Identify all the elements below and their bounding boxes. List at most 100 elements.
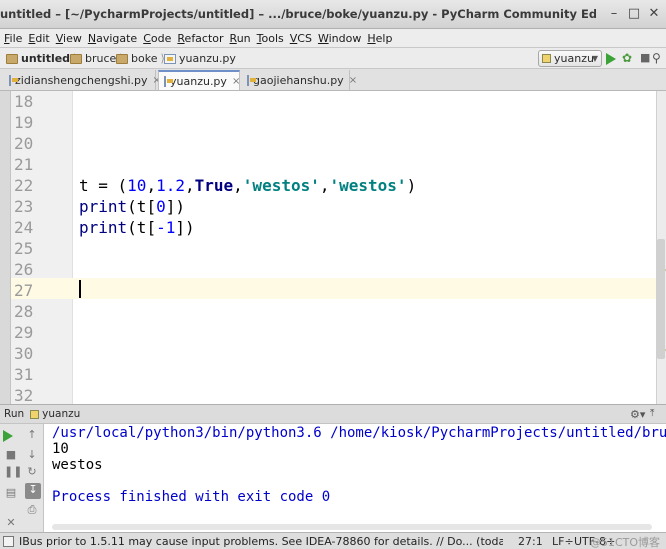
menu-run[interactable]: Run <box>230 32 251 45</box>
current-line-highlight <box>73 278 656 299</box>
code-number: 0 <box>156 197 166 216</box>
line-number: 18 <box>14 92 34 111</box>
run-console[interactable]: /usr/local/python3/bin/python3.6 /home/k… <box>44 424 666 532</box>
folder-icon <box>70 53 82 64</box>
line-number: 30 <box>14 344 34 363</box>
console-output-line: 10 <box>52 441 69 457</box>
run-panel-title: Run <box>4 408 25 420</box>
line-number: 29 <box>14 323 34 342</box>
line-number: 21 <box>14 155 34 174</box>
menu-refactor[interactable]: Refactor <box>177 32 223 45</box>
close-icon[interactable]: × <box>349 75 357 86</box>
code-string: 'westos' <box>242 176 320 195</box>
debug-icon[interactable]: ✿ <box>622 51 636 65</box>
code-token: , <box>319 176 330 195</box>
project-tool-strip[interactable] <box>0 91 11 404</box>
menu-navigate[interactable]: Navigate <box>88 32 137 45</box>
run-panel-toolbar: ↑ ■ ↓ ❚❚ ↻ ▤ ↧ ⎙ ✕ <box>0 424 44 532</box>
line-number: 26 <box>14 260 34 279</box>
code-token: ) <box>406 176 417 195</box>
run-icon[interactable] <box>606 53 616 65</box>
editor-scrollbar[interactable] <box>657 239 665 359</box>
run-config-label: yuanzu <box>554 52 594 65</box>
rerun-icon[interactable] <box>3 430 13 442</box>
line-number: 28 <box>14 302 34 321</box>
menu-view[interactable]: View <box>56 32 82 45</box>
menu-edit[interactable]: Edit <box>28 32 49 45</box>
code-line-23[interactable]: print(t[0]) <box>79 196 185 217</box>
breadcrumb-yuanzu[interactable]: yuanzu.py <box>164 51 236 66</box>
breadcrumb-label: yuanzu.py <box>179 52 236 65</box>
menu-bar: File Edit View Navigate Code Refactor Ru… <box>0 29 666 47</box>
watermark: @51CTO博客 <box>590 536 661 549</box>
line-number: 20 <box>14 134 34 153</box>
arrow-down-icon[interactable]: ↓ <box>25 448 39 462</box>
code-string: 'westos' <box>329 176 407 195</box>
tab-yuanzu[interactable]: yuanzu.py × <box>158 70 240 90</box>
console-horizontal-scrollbar[interactable] <box>52 524 652 530</box>
code-line-24[interactable]: print(t[-1]) <box>79 217 195 238</box>
code-token: , <box>233 176 243 195</box>
code-builtin: print <box>79 197 128 216</box>
menu-window[interactable]: Window <box>318 32 361 45</box>
code-token: t = ( <box>79 176 128 195</box>
code-token: (t[ <box>127 197 157 216</box>
code-token: ]) <box>165 197 185 216</box>
close-icon[interactable]: ✕ <box>4 516 18 530</box>
menu-vcs[interactable]: VCS <box>290 32 312 45</box>
breadcrumb-label: boke <box>131 52 158 65</box>
line-number: 32 <box>14 386 34 404</box>
maximize-icon[interactable]: □ <box>626 6 642 22</box>
code-editor[interactable]: 18 19 20 21 22 23 24 25 26 27 28 29 30 3… <box>0 91 666 404</box>
tab-label: yuanzu.py <box>170 74 227 88</box>
navigation-bar: untitled ⟩ bruce ⟩ boke ⟩ yuanzu.py yuan… <box>0 47 666 69</box>
line-number: 22 <box>14 176 34 195</box>
code-token: (t[ <box>127 218 157 237</box>
tab-gaojiehanshu[interactable]: gaojiehanshu.py × <box>242 70 357 90</box>
code-keyword: True <box>194 176 234 195</box>
caret-position[interactable]: 27:1 <box>518 535 543 548</box>
python-file-icon <box>164 53 176 64</box>
code-token: , <box>184 176 195 195</box>
menu-code[interactable]: Code <box>143 32 171 45</box>
close-icon[interactable]: ✕ <box>646 6 662 22</box>
code-builtin: print <box>79 218 128 237</box>
line-number: 19 <box>14 113 34 132</box>
arrow-up-icon[interactable]: ↑ <box>25 428 39 442</box>
python-file-icon <box>247 74 256 86</box>
menu-tools[interactable]: Tools <box>257 32 284 45</box>
run-panel-config[interactable]: yuanzu <box>42 408 80 420</box>
close-icon[interactable]: × <box>232 76 240 87</box>
dump-threads-icon[interactable]: ▤ <box>4 486 18 500</box>
minimize-icon[interactable]: – <box>606 6 622 22</box>
line-separator[interactable]: LF÷ <box>552 535 574 548</box>
soft-wrap-icon[interactable]: ↻ <box>25 465 39 479</box>
console-command-line: /usr/local/python3/bin/python3.6 /home/k… <box>52 425 666 441</box>
code-number: 1.2 <box>156 176 185 195</box>
run-config-dropdown[interactable]: yuanzu ▼ <box>538 50 602 67</box>
scroll-to-end-icon[interactable]: ↧ <box>25 483 41 499</box>
breadcrumb-untitled[interactable]: untitled ⟩ <box>6 51 77 66</box>
pause-icon[interactable]: ❚❚ <box>4 465 22 479</box>
search-icon[interactable]: ⚲ <box>652 51 666 65</box>
code-number: -1 <box>156 218 176 237</box>
status-message[interactable]: IBus prior to 1.5.11 may cause input pro… <box>19 535 503 548</box>
hide-panel-icon[interactable]: ⤒ <box>650 408 654 419</box>
print-icon[interactable]: ⎙ <box>25 503 39 517</box>
gear-icon[interactable]: ⚙▾ <box>630 408 645 421</box>
menu-file[interactable]: File <box>4 32 22 45</box>
console-exit-message: Process finished with exit code 0 <box>52 489 331 505</box>
python-file-icon <box>164 75 173 87</box>
tab-zidianshengchengshi[interactable]: zidianshengchengshi.py × <box>4 70 161 90</box>
breadcrumb-boke[interactable]: boke ⟩ <box>116 51 165 66</box>
python-run-config-icon <box>542 54 551 63</box>
code-line-22[interactable]: t = (10,1.2,True,'westos','westos') <box>79 175 416 196</box>
tool-window-toggle-icon[interactable] <box>3 536 14 547</box>
line-number-current: 27 <box>14 281 34 300</box>
python-run-config-icon <box>30 409 40 419</box>
line-number: 25 <box>14 239 34 258</box>
breadcrumb-label: bruce <box>85 52 117 65</box>
menu-help[interactable]: Help <box>367 32 392 45</box>
stop-icon[interactable]: ■ <box>4 448 18 462</box>
folder-icon <box>6 53 18 64</box>
